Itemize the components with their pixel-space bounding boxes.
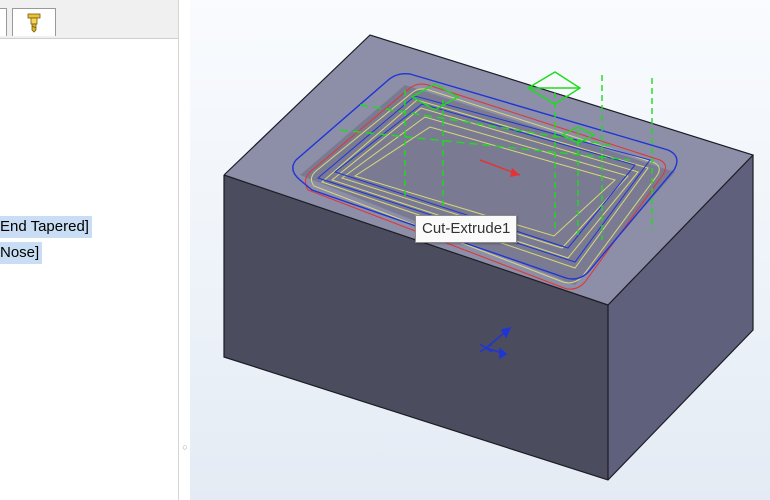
tab-previous[interactable] bbox=[0, 8, 7, 36]
panel-tab-strip bbox=[0, 0, 178, 39]
splitter-handle-icon[interactable]: ○ bbox=[181, 440, 189, 454]
tree-item-nose[interactable]: Nose] bbox=[0, 242, 43, 264]
feature-tooltip: Cut-Extrude1 bbox=[415, 215, 518, 243]
tab-cam-tools[interactable] bbox=[12, 8, 56, 36]
endmill-tool-icon bbox=[27, 13, 41, 33]
graphics-viewport[interactable]: Cut-Extrude1 bbox=[190, 0, 770, 500]
tree-item-end-tapered[interactable]: End Tapered] bbox=[0, 216, 92, 238]
model-scene bbox=[223, 34, 755, 481]
feature-tree-panel: End Tapered] Nose] bbox=[0, 0, 178, 500]
